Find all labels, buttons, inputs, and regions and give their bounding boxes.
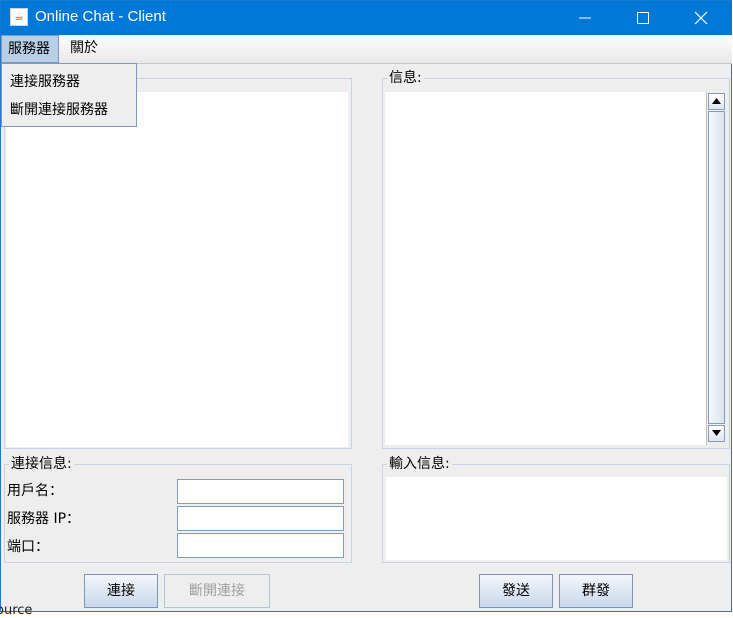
connect-button[interactable]: 連接 [84, 574, 158, 608]
scroll-up-button[interactable] [708, 93, 725, 110]
scroll-down-button[interactable] [708, 425, 725, 442]
menu-about[interactable]: 關於 [64, 35, 104, 63]
user-list-area[interactable] [6, 92, 348, 447]
minimize-icon [579, 17, 591, 19]
username-label: 用戶名： [7, 483, 63, 499]
close-icon [694, 11, 708, 25]
minimize-button[interactable] [557, 1, 615, 35]
input-message-legend: 輸入信息: [387, 456, 452, 472]
arrow-up-icon [712, 98, 721, 104]
menu-bar: 服務器 關於 [1, 35, 732, 64]
port-label: 端口： [7, 539, 49, 555]
title-bar[interactable]: ☕ Online Chat - Client [1, 1, 732, 35]
disconnect-server-menu-item[interactable]: 斷開連接服務器 [10, 99, 108, 121]
send-button[interactable]: 發送 [479, 574, 553, 608]
message-display-area[interactable] [385, 92, 707, 445]
message-scrollbar[interactable] [706, 92, 726, 445]
server-ip-label: 服務器 IP： [7, 511, 81, 527]
maximize-icon [637, 12, 649, 24]
server-menu-dropdown: 連接服務器 斷開連接服務器 [1, 63, 137, 127]
message-panel-legend: 信息: [387, 70, 424, 86]
disconnect-button[interactable]: 斷開連接 [164, 574, 270, 608]
scrollbar-thumb[interactable] [708, 111, 725, 424]
menu-server[interactable]: 服務器 [1, 35, 59, 63]
server-ip-input[interactable] [177, 506, 344, 531]
arrow-down-icon [712, 430, 721, 436]
close-button[interactable] [673, 1, 731, 35]
port-input[interactable] [177, 533, 344, 558]
message-input-area[interactable] [386, 477, 727, 560]
username-input[interactable] [177, 479, 344, 504]
java-coffee-icon: ☕ [10, 8, 28, 26]
group-send-button[interactable]: 群發 [559, 574, 633, 608]
chat-client-window: ☕ Online Chat - Client 服務器 關於 信息: 連接信息: … [0, 0, 732, 612]
connect-server-menu-item[interactable]: 連接服務器 [10, 71, 80, 93]
maximize-button[interactable] [615, 1, 673, 35]
connection-info-legend: 連接信息: [9, 456, 74, 472]
window-title: Online Chat - Client [35, 8, 166, 25]
background-window-text: ource [0, 603, 33, 618]
